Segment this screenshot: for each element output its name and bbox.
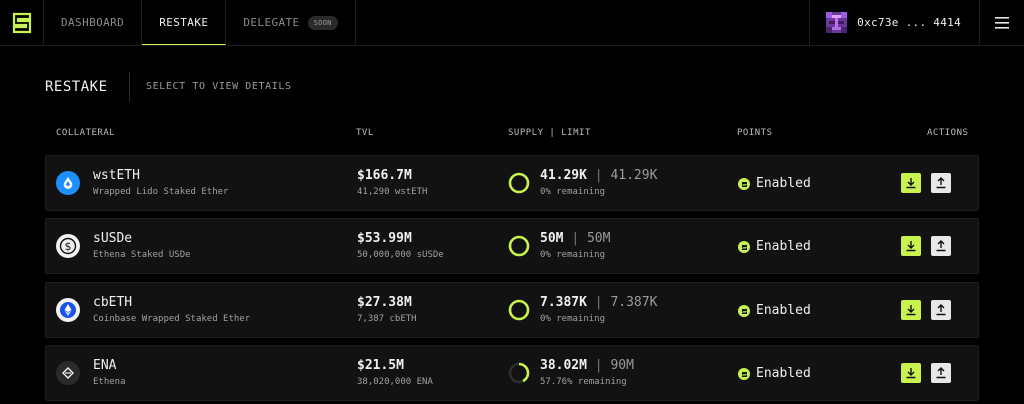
tab-delegate[interactable]: DELEGATE SOON	[226, 0, 356, 45]
upload-icon	[936, 304, 946, 316]
deposit-button[interactable]	[901, 363, 921, 383]
page-subtitle: SELECT TO VIEW DETAILS	[146, 81, 292, 92]
supply-value: 41.29K	[540, 168, 587, 183]
soon-badge: SOON	[307, 15, 338, 30]
tab-label: DELEGATE	[243, 16, 300, 29]
download-icon	[906, 241, 916, 252]
deposit-button[interactable]	[901, 173, 921, 193]
token-name: Coinbase Wrapped Staked Ether	[93, 314, 251, 324]
points-status: Enabled	[756, 303, 811, 318]
supply-progress-ring	[508, 172, 530, 194]
points-status: Enabled	[756, 239, 811, 254]
points-status: Enabled	[756, 176, 811, 191]
column-header-points: POINTS	[737, 128, 773, 138]
supply-progress-ring	[508, 362, 530, 384]
points-icon	[738, 368, 750, 380]
column-header-tvl: TVL	[356, 128, 374, 138]
tvl-amount: 50,000,000 sUSDe	[357, 250, 444, 260]
supply-value: 38.02M	[540, 358, 587, 373]
supply-progress-ring	[508, 235, 530, 257]
top-nav: DASHBOARD RESTAKE DELEGATE SOON 0xc73e .…	[0, 0, 1024, 46]
hamburger-icon	[995, 16, 1009, 29]
ethena-icon	[56, 361, 80, 385]
download-icon	[906, 178, 916, 189]
table-row[interactable]: ENA Ethena $21.5M 38,020,000 ENA 38.02M …	[45, 345, 979, 401]
download-icon	[906, 305, 916, 316]
tvl-value: $53.99M	[357, 231, 412, 246]
remaining-text: 0% remaining	[540, 250, 606, 260]
tvl-amount: 41,290 wstETH	[357, 187, 428, 197]
table-row[interactable]: cbETH Coinbase Wrapped Staked Ether $27.…	[45, 282, 979, 338]
upload-icon	[936, 240, 946, 252]
upload-icon	[936, 367, 946, 379]
limit-value: 50M	[586, 231, 611, 246]
token-name: Wrapped Lido Staked Ether	[93, 187, 229, 197]
logo[interactable]	[0, 0, 44, 45]
token-name: Ethena Staked USDe	[93, 250, 191, 260]
download-icon	[906, 368, 916, 379]
deposit-button[interactable]	[901, 300, 921, 320]
deposit-button[interactable]	[901, 236, 921, 256]
points-icon	[738, 178, 750, 190]
wallet-button[interactable]: 0xc73e ... 4414	[809, 0, 980, 45]
table-row[interactable]: wstETH Wrapped Lido Staked Ether $166.7M…	[45, 155, 979, 211]
tvl-amount: 7,387 cbETH	[357, 314, 417, 324]
page-title: RESTAKE	[45, 79, 108, 95]
remaining-text: 57.76% remaining	[540, 377, 627, 387]
tvl-value: $166.7M	[357, 168, 412, 183]
limit-value: 7.387K	[610, 295, 658, 310]
ethereum-icon	[56, 298, 80, 322]
tab-label: DASHBOARD	[61, 16, 125, 29]
wallet-address: 0xc73e ... 4414	[857, 16, 961, 29]
withdraw-button[interactable]	[931, 236, 951, 256]
divider	[129, 72, 130, 102]
table-row[interactable]: $ sUSDe Ethena Staked USDe $53.99M 50,00…	[45, 218, 979, 274]
limit-value: 90M	[610, 358, 634, 373]
supply-value: 50M	[540, 231, 564, 246]
token-symbol: cbETH	[93, 295, 133, 310]
supply-limit: 38.02M | 90M	[540, 358, 634, 373]
column-header-actions: ACTIONS	[927, 128, 969, 138]
supply-progress-ring	[508, 299, 530, 321]
logo-icon	[12, 12, 31, 33]
withdraw-button[interactable]	[931, 300, 951, 320]
points-status: Enabled	[756, 366, 811, 381]
remaining-text: 0% remaining	[540, 314, 606, 324]
limit-value: 41.29K	[610, 168, 658, 183]
tab-label: RESTAKE	[159, 15, 209, 29]
tvl-value: $21.5M	[357, 358, 404, 373]
token-symbol: sUSDe	[93, 231, 133, 246]
tvl-amount: 38,020,000 ENA	[357, 377, 433, 387]
column-header-supply: SUPPLY | LIMIT	[508, 128, 591, 138]
tvl-value: $27.38M	[357, 295, 412, 310]
supply-limit: 41.29K | 41.29K	[540, 168, 658, 183]
token-name: Ethena	[93, 377, 126, 387]
upload-icon	[936, 177, 946, 189]
tab-restake[interactable]: RESTAKE	[142, 0, 227, 45]
column-header-collateral: COLLATERAL	[56, 128, 116, 138]
token-symbol: ENA	[93, 358, 117, 373]
supply-value: 7.387K	[540, 295, 587, 310]
tab-dashboard[interactable]: DASHBOARD	[44, 0, 143, 45]
withdraw-button[interactable]	[931, 173, 951, 193]
supply-limit: 7.387K | 7.387K	[540, 295, 658, 310]
token-symbol: wstETH	[93, 168, 140, 183]
remaining-text: 0% remaining	[540, 187, 606, 197]
points-icon	[738, 305, 750, 317]
supply-limit: 50M | 50M	[540, 231, 611, 246]
avatar	[826, 12, 848, 33]
svg-text:$: $	[65, 240, 72, 253]
points-icon	[738, 241, 750, 253]
dollar-coin-icon: $	[56, 234, 80, 258]
lido-drop-icon	[56, 171, 80, 195]
menu-button[interactable]	[980, 0, 1024, 45]
withdraw-button[interactable]	[931, 363, 951, 383]
